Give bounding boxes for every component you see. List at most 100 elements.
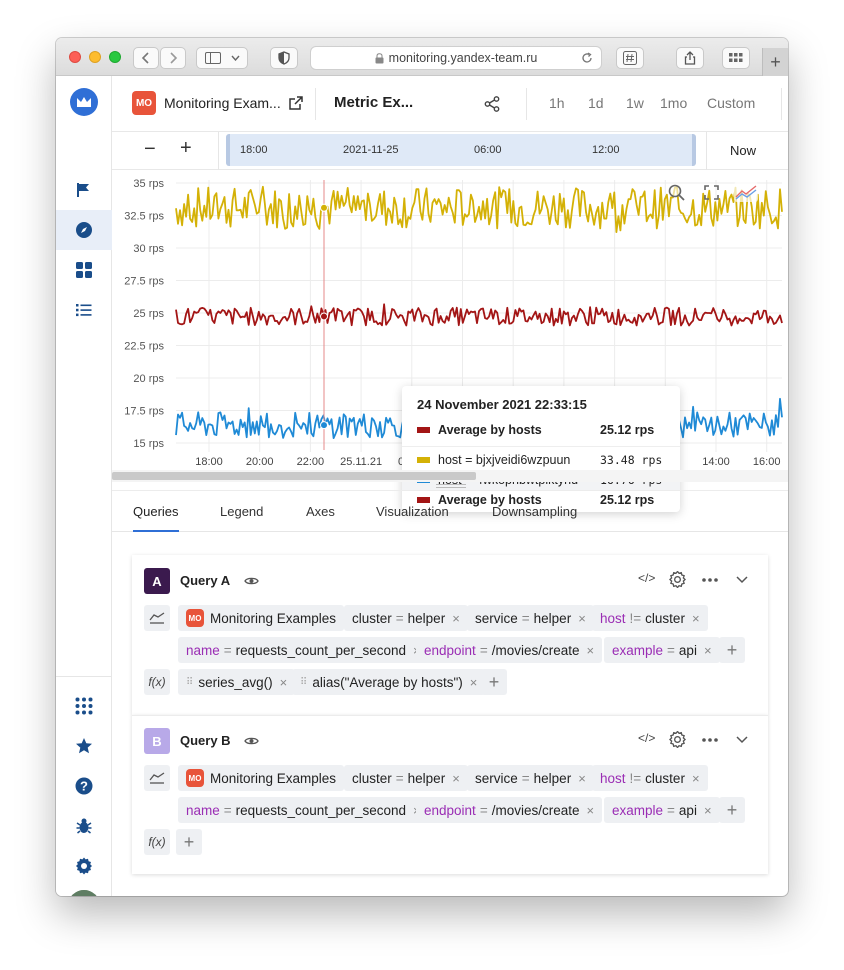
chart-scrollbar-thumb[interactable] <box>112 472 476 480</box>
eye-icon[interactable] <box>244 736 259 746</box>
back-button[interactable] <box>133 47 159 69</box>
range-1mo-button[interactable]: 1mo <box>660 95 687 111</box>
sidebar-item-settings[interactable] <box>56 846 112 886</box>
code-view-icon[interactable]: </> <box>638 731 655 745</box>
add-function-button[interactable]: + <box>176 829 202 855</box>
selector-chip[interactable]: service = helper × <box>467 765 594 791</box>
sidebar-item-alerts[interactable] <box>56 170 112 210</box>
more-icon[interactable] <box>702 738 718 742</box>
selector-chip[interactable]: example = api × <box>604 637 720 663</box>
sidebar-item-explorer[interactable] <box>56 210 112 250</box>
close-window-button[interactable] <box>69 51 81 63</box>
tab-queries[interactable]: Queries <box>133 504 179 519</box>
remove-icon[interactable]: × <box>470 675 478 690</box>
selector-chip[interactable]: name=requests_count_per_second× <box>178 637 429 663</box>
source-badge: MO <box>186 769 204 787</box>
sidebar-item-profile[interactable] <box>56 886 112 896</box>
tab-visualization[interactable]: Visualization <box>376 504 449 519</box>
remove-icon[interactable]: × <box>452 611 460 626</box>
sidebar-item-apps[interactable] <box>56 686 112 726</box>
selector-chip[interactable]: host != cluster × <box>592 765 708 791</box>
remove-icon[interactable]: × <box>452 771 460 786</box>
sidebar-item-dashboards[interactable] <box>56 250 112 290</box>
drag-handle-icon[interactable]: ⠿ <box>186 677 193 688</box>
new-tab-button[interactable]: + <box>762 48 788 76</box>
selector-chip[interactable]: host != cluster × <box>592 605 708 631</box>
range-1h-button[interactable]: 1h <box>549 95 565 111</box>
address-bar[interactable]: monitoring.yandex-team.ru <box>310 46 602 70</box>
remove-icon[interactable]: × <box>692 611 700 626</box>
fullscreen-icon[interactable] <box>704 185 719 200</box>
range-custom-button[interactable]: Custom <box>707 95 755 111</box>
function-icon[interactable]: f(x) <box>144 829 170 855</box>
zoom-search-icon[interactable] <box>668 184 685 201</box>
timeline-scrubber[interactable]: 18:00 2021-11-25 06:00 12:00 <box>226 134 696 166</box>
gear-icon[interactable] <box>669 571 686 588</box>
source-chip[interactable]: MO Monitoring Examples <box>178 605 345 631</box>
selector-chip[interactable]: endpoint =/movies/create × <box>416 637 603 663</box>
sidebar-item-bug-report[interactable] <box>56 806 112 846</box>
sidebar-toggle-button[interactable] <box>196 47 248 69</box>
range-1w-button[interactable]: 1w <box>626 95 644 111</box>
function-chip[interactable]: ⠿ alias("Average by hosts") × <box>292 669 486 695</box>
selector-chip[interactable]: service = helper × <box>467 605 594 631</box>
zoom-in-button[interactable]: + <box>180 137 192 160</box>
gear-icon <box>76 857 92 875</box>
sidebar-item-list[interactable] <box>56 290 112 330</box>
tab-legend[interactable]: Legend <box>220 504 263 519</box>
add-selector-button[interactable]: + <box>719 797 745 823</box>
tab-axes[interactable]: Axes <box>306 504 335 519</box>
remove-icon[interactable]: × <box>578 611 586 626</box>
range-1d-button[interactable]: 1d <box>588 95 604 111</box>
project-name-link[interactable]: Monitoring Exam... <box>164 95 281 111</box>
add-selector-button[interactable]: + <box>719 637 745 663</box>
more-icon[interactable] <box>702 578 718 582</box>
selector-chip[interactable]: endpoint =/movies/create × <box>416 797 603 823</box>
external-link-icon[interactable] <box>289 96 303 110</box>
extension-button[interactable] <box>616 47 644 69</box>
drag-handle-icon[interactable]: ⠿ <box>300 677 307 688</box>
now-button[interactable]: Now <box>730 143 756 158</box>
share-icon[interactable] <box>484 96 500 112</box>
remove-icon[interactable]: × <box>280 675 288 690</box>
remove-icon[interactable]: × <box>704 803 712 818</box>
selector-chip[interactable]: name=requests_count_per_second× <box>178 797 429 823</box>
function-chip[interactable]: ⠿ series_avg() × <box>178 669 296 695</box>
sidebar-item-favorites[interactable] <box>56 726 112 766</box>
chevron-down-icon[interactable] <box>736 736 748 744</box>
browser-toolbar: monitoring.yandex-team.ru + <box>56 38 788 76</box>
add-function-button[interactable]: + <box>481 669 507 695</box>
query-mode-button[interactable] <box>144 765 170 791</box>
eye-icon[interactable] <box>244 576 259 586</box>
help-icon: ? <box>75 777 93 795</box>
minimize-window-button[interactable] <box>89 51 101 63</box>
forward-button[interactable] <box>160 47 186 69</box>
metric-chart[interactable]: 35 rps 32.5 rps 30 rps 27.5 rps 25 rps 22.5 r… <box>112 170 788 512</box>
chart-type-icon[interactable] <box>734 182 758 202</box>
resize-handle[interactable] <box>436 484 466 488</box>
reload-icon[interactable] <box>581 52 593 64</box>
zoom-window-button[interactable] <box>109 51 121 63</box>
function-icon[interactable]: f(x) <box>144 669 170 695</box>
selector-chip[interactable]: example = api × <box>604 797 720 823</box>
sidebar-item-help[interactable]: ? <box>56 766 112 806</box>
remove-icon[interactable]: × <box>578 771 586 786</box>
query-mode-button[interactable] <box>144 605 170 631</box>
selector-chip[interactable]: cluster = helper × <box>344 605 468 631</box>
share-button[interactable] <box>676 47 704 69</box>
remove-icon[interactable]: × <box>587 643 595 658</box>
privacy-shield-button[interactable] <box>270 47 298 69</box>
source-chip[interactable]: MO Monitoring Examples <box>178 765 345 791</box>
remove-icon[interactable]: × <box>692 771 700 786</box>
remove-icon[interactable]: × <box>704 643 712 658</box>
selector-chip[interactable]: cluster = helper × <box>344 765 468 791</box>
gear-icon[interactable] <box>669 731 686 748</box>
selector-op: = <box>479 802 488 818</box>
remove-icon[interactable]: × <box>587 803 595 818</box>
tab-downsampling[interactable]: Downsampling <box>492 504 577 519</box>
chevron-down-icon[interactable] <box>736 576 748 584</box>
sidebar-logo[interactable] <box>56 82 112 122</box>
code-view-icon[interactable]: </> <box>638 571 655 585</box>
zoom-out-button[interactable]: − <box>144 138 156 161</box>
tab-overview-button[interactable] <box>722 47 750 69</box>
